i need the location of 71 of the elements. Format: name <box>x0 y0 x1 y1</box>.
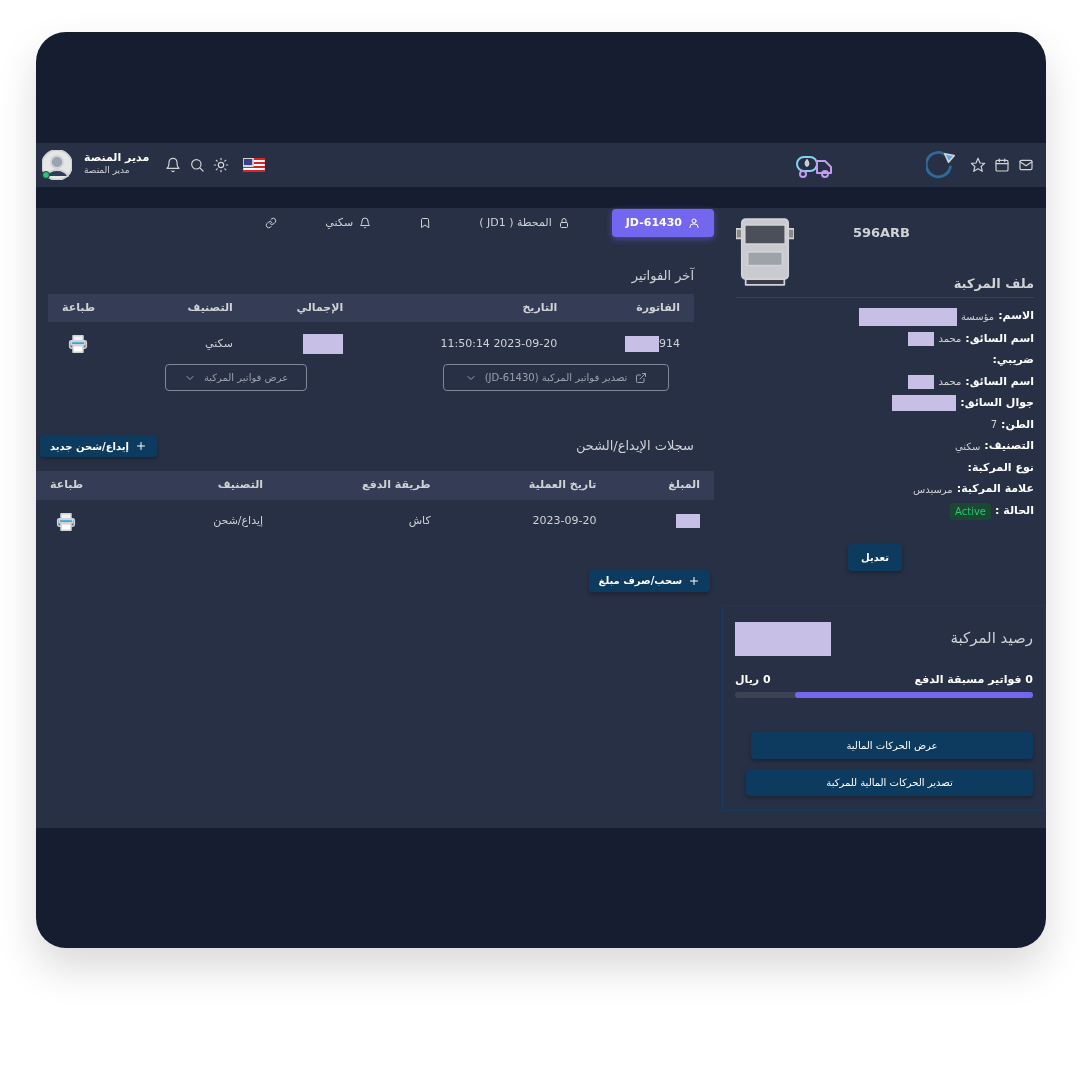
plus-icon <box>134 440 147 453</box>
withdraw-button[interactable]: سحب/صرف مبلغ <box>588 569 710 592</box>
user-name: مدير المنصة <box>84 152 150 165</box>
column-header: التاريخ <box>357 293 572 323</box>
field-label: نوع المركبة: <box>967 459 1034 476</box>
field-label: اسم السائق: <box>965 373 1034 390</box>
view-invoices-dropdown[interactable]: عرض فواتير المركبة <box>165 364 307 392</box>
field-label: الاسم: <box>998 308 1034 325</box>
external-link-icon <box>635 371 648 384</box>
field-label: جوال السائق: <box>960 395 1034 412</box>
link-icon <box>265 217 278 229</box>
sun-icon[interactable] <box>213 157 230 173</box>
field-value: 7 <box>990 418 998 433</box>
column-header: التصنيف <box>138 293 247 323</box>
table-cell: 914 <box>659 336 680 350</box>
section-title: آخر الفواتير <box>630 268 694 284</box>
field-label: علامة المركبة: <box>956 481 1034 498</box>
balance-title: رصيد المركبة <box>950 628 1033 650</box>
user-role: مدير المنصة <box>84 164 131 178</box>
notification-bell-icon[interactable] <box>165 157 182 173</box>
table-cell: سكني <box>205 336 233 350</box>
table-cell: كاش <box>408 514 431 528</box>
mail-icon[interactable] <box>1018 157 1034 173</box>
tab[interactable]: JD-61430 <box>611 208 714 238</box>
finance-button[interactable]: تصدير الحركات المالية للمركبة <box>746 769 1033 797</box>
column-header: المبلغ <box>610 471 714 500</box>
edit-button[interactable]: تعديل <box>848 543 902 571</box>
field-value: محمد <box>938 375 962 390</box>
plus-icon <box>688 574 700 587</box>
status-badge: Active <box>950 502 991 520</box>
new-deposit-button[interactable]: إيداع/شحن جديد <box>40 435 157 458</box>
tab[interactable]: سكني <box>311 208 386 238</box>
column-header: طريقة الدفع <box>277 471 445 500</box>
column-header: طباعة <box>48 293 139 323</box>
user-icon <box>688 217 700 229</box>
field-value: محمد <box>938 332 962 347</box>
star-icon[interactable] <box>970 157 986 173</box>
section-title: ملف المركبة <box>952 276 1034 292</box>
riyal-amount: 0 ريال <box>735 671 771 688</box>
table-cell: إيداع/شحن <box>213 514 264 528</box>
avatar-icon[interactable] <box>42 150 72 180</box>
printer-icon[interactable] <box>56 511 76 532</box>
field-label: التصنيف: <box>984 438 1034 455</box>
us-flag-icon[interactable] <box>243 158 266 172</box>
printer-icon[interactable] <box>68 334 88 355</box>
tab[interactable]: المحطة ( JD1 ) <box>465 208 584 238</box>
plate-number: 596ARB <box>852 224 910 242</box>
bookmark-icon <box>419 217 432 229</box>
field-value: سكني <box>955 439 981 454</box>
field-label: الطن: <box>1001 416 1034 433</box>
field-value: مرسيدس <box>913 482 953 497</box>
field-value: مؤسسة <box>961 310 995 325</box>
export-invoices-button[interactable]: تصدير فواتير المركبة (JD-61430) <box>443 364 669 392</box>
circular-arrow-logo <box>926 150 956 180</box>
column-header: الإجمالي <box>246 293 358 323</box>
field-label: اسم السائق: <box>965 330 1034 347</box>
prepaid-invoices-count: 0 فواتير مسبقة الدفع <box>914 671 1033 688</box>
column-header: تاريخ العملية <box>444 471 611 500</box>
field-label: الحالة : <box>995 502 1034 519</box>
column-header: التصنيف <box>142 471 278 500</box>
section-title: سجلات الإيداع/الشحن <box>575 438 694 454</box>
table-cell: 2023-09-20 <box>532 514 597 528</box>
field-label: ضريبي: <box>992 352 1034 369</box>
bell-icon <box>359 217 372 229</box>
column-header: طباعة <box>36 471 143 500</box>
finance-button[interactable]: عرض الحركات المالية <box>751 732 1033 760</box>
search-icon[interactable] <box>189 157 206 173</box>
column-header: الفاتورة <box>571 293 694 323</box>
lock-icon <box>557 217 570 229</box>
calendar-icon[interactable] <box>994 157 1010 173</box>
table-cell: 2023-09-20 11:50:14 <box>440 336 558 350</box>
